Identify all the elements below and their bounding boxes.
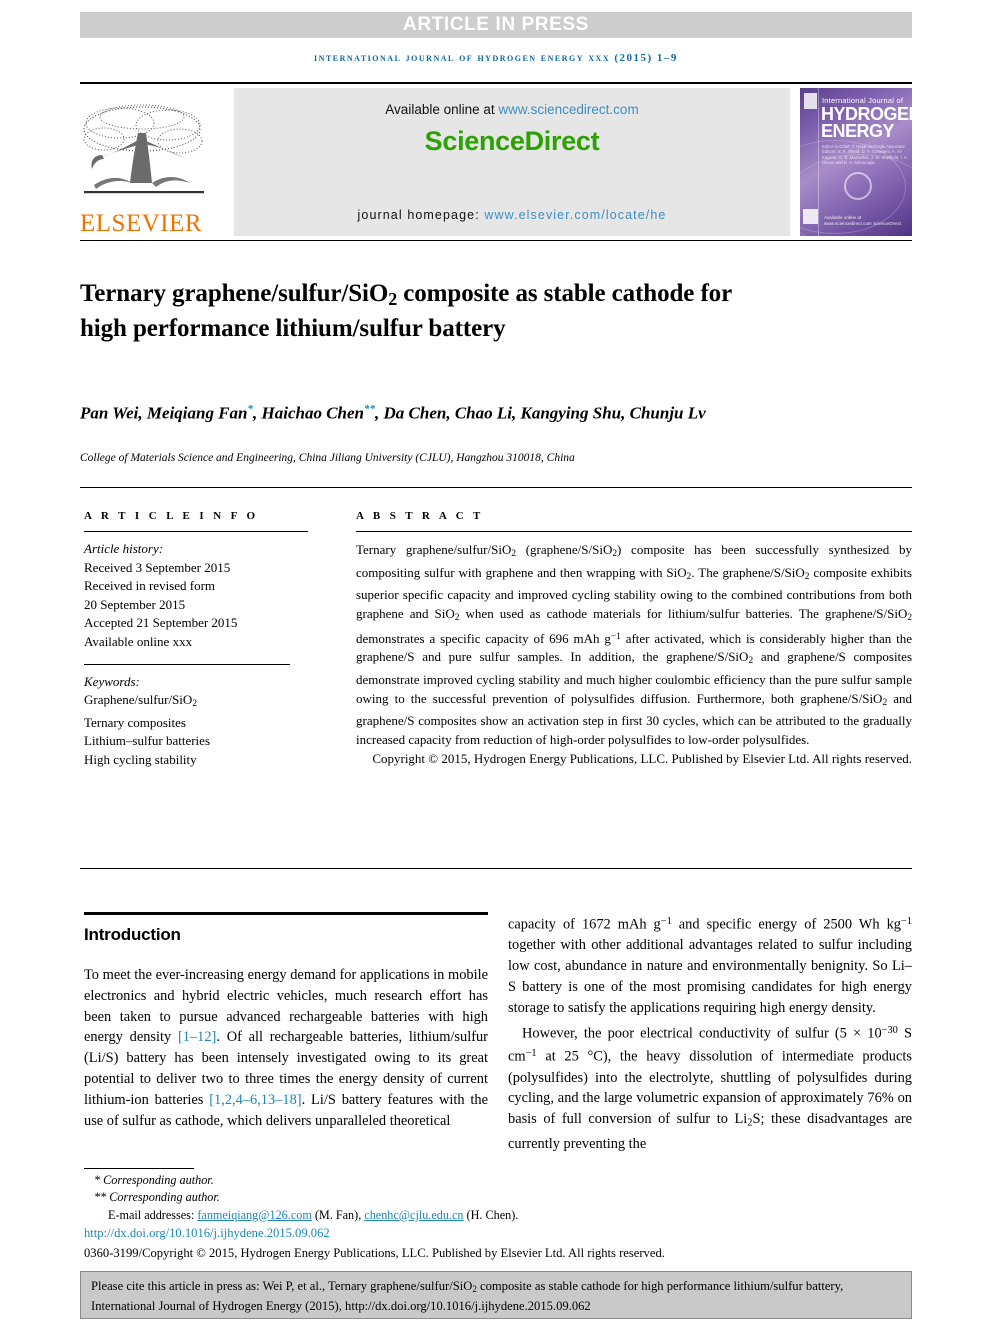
footnotes-block: * Corresponding author. ** Corresponding… xyxy=(84,1172,912,1262)
introduction-paragraph-1-part-1: To meet the ever-increasing energy deman… xyxy=(84,967,488,1129)
article-first-page: ARTICLE IN PRESS International Journal o… xyxy=(0,0,992,1323)
article-info-rule xyxy=(84,531,308,532)
article-history-item: Accepted 21 September 2015 xyxy=(84,615,238,631)
abstract-rule xyxy=(356,531,912,532)
cover-ijhe-icon xyxy=(803,209,818,224)
author-list: Pan Wei, Meiqiang Fan*, Haichao Chen**, … xyxy=(80,403,706,423)
journal-cover-image: International Journal of HYDROGEN ENERGY… xyxy=(800,88,912,236)
cover-editors-text: Editor-in-Chief: T. Nejat Veziroglu Asso… xyxy=(822,144,908,166)
corresponding-author-label-2: Corresponding author. xyxy=(109,1190,220,1205)
article-history-item: Received in revised form xyxy=(84,578,216,594)
available-online-line: Available online at www.sciencedirect.co… xyxy=(234,102,790,117)
article-info-heading: A R T I C L E I N F O xyxy=(84,510,259,522)
introduction-paragraph-1-part-2: capacity of 1672 mAh g−1 and specific en… xyxy=(508,916,913,1016)
journal-reference-line: International Journal of Hydrogen Energy… xyxy=(314,52,678,64)
email-person-2: (H. Chen). xyxy=(463,1207,519,1222)
keywords-divider-rule xyxy=(84,663,290,665)
abstract-bottom-rule xyxy=(80,868,912,869)
footnote-rule xyxy=(84,1168,194,1169)
masthead-bottom-rule xyxy=(80,240,912,241)
article-info-column: A R T I C L E I N F O Article history: R… xyxy=(84,510,308,770)
article-in-press-banner: ARTICLE IN PRESS xyxy=(80,12,912,38)
abstract-heading: A B S T R A C T xyxy=(356,510,484,522)
body-column-left: Introduction To meet the ever-increasing… xyxy=(84,912,488,1131)
email-link-1[interactable]: fanmeiqiang@126.com xyxy=(197,1208,311,1222)
masthead-top-rule xyxy=(80,82,912,84)
sciencedirect-wordmark: ScienceDirect xyxy=(424,126,600,156)
elsevier-tree-icon xyxy=(83,104,204,194)
double-asterisk-icon: ** xyxy=(94,1190,107,1205)
introduction-paragraph-2: However, the poor electrical conductivit… xyxy=(508,1024,912,1153)
affiliation-bottom-rule xyxy=(80,487,912,488)
cover-sciencedirect-credit: Available online at www.sciencedirect.co… xyxy=(824,215,902,226)
keyword-item: Ternary composites xyxy=(84,714,186,730)
issn-copyright-line: 0360-3199/Copyright © 2015, Hydrogen Ene… xyxy=(84,1245,665,1260)
email-addresses-line: E-mail addresses: fanmeiqiang@126.com (M… xyxy=(84,1207,912,1224)
cite-this-article-box: Please cite this article in press as: We… xyxy=(80,1271,912,1319)
journal-cover-block: International Journal of HYDROGEN ENERGY… xyxy=(800,88,912,236)
cover-circle-decoration xyxy=(844,172,872,200)
doi-link[interactable]: http://dx.doi.org/10.1016/j.ijhydene.201… xyxy=(84,1225,912,1242)
article-history-label: Article history: xyxy=(84,541,164,556)
cover-vertical-stripe xyxy=(818,88,819,236)
journal-homepage-line: journal homepage: www.elsevier.com/locat… xyxy=(234,208,790,222)
abstract-column: A B S T R A C T Ternary graphene/sulfur/… xyxy=(356,510,912,769)
corresponding-author-note-1: * Corresponding author. xyxy=(84,1172,912,1189)
article-history-item: 20 September 2015 xyxy=(84,596,186,612)
article-in-press-label: ARTICLE IN PRESS xyxy=(403,14,589,35)
keyword-item: High cycling stability xyxy=(84,751,197,767)
cover-title-energy: ENERGY xyxy=(821,121,895,141)
available-online-label: Available online at xyxy=(385,102,499,117)
article-history-item: Received 3 September 2015 xyxy=(84,559,231,575)
sciencedirect-url-link[interactable]: www.sciencedirect.com xyxy=(498,102,638,117)
journal-homepage-label: journal homepage: xyxy=(357,208,485,222)
keywords-label: Keywords: xyxy=(84,673,140,689)
email-addresses-label: E-mail addresses: xyxy=(108,1207,198,1222)
keyword-item: Lithium–sulfur batteries xyxy=(84,733,211,749)
journal-masthead: ELSEVIER Available online at www.science… xyxy=(80,88,912,236)
abstract-copyright: Copyright © 2015, Hydrogen Energy Public… xyxy=(372,751,912,767)
elsevier-wordmark: ELSEVIER xyxy=(80,210,203,237)
elsevier-logo-block: ELSEVIER xyxy=(80,88,228,236)
sciencedirect-block: Available online at www.sciencedirect.co… xyxy=(234,88,790,236)
keywords-block: Keywords: Graphene/sulfur/SiO2 Ternary c… xyxy=(84,673,308,770)
affiliation: College of Materials Science and Enginee… xyxy=(80,452,575,464)
abstract-text: Ternary graphene/sulfur/SiO2 (graphene/S… xyxy=(356,542,913,747)
introduction-top-rule xyxy=(84,912,488,915)
introduction-heading: Introduction xyxy=(84,925,181,944)
journal-homepage-link[interactable]: www.elsevier.com/locate/he xyxy=(484,208,666,222)
keyword-item: Graphene/sulfur/SiO2 xyxy=(84,692,197,710)
cite-this-article-text: Please cite this article in press as: We… xyxy=(91,1279,844,1313)
body-column-right: capacity of 1672 mAh g−1 and specific en… xyxy=(508,912,912,1155)
corresponding-author-label-1: Corresponding author. xyxy=(103,1173,214,1187)
corresponding-author-note-2: ** Corresponding author. xyxy=(84,1189,912,1206)
cover-elsevier-icon xyxy=(804,93,817,109)
page-title: Ternary graphene/sulfur/SiO2 composite a… xyxy=(80,279,732,342)
article-history-block: Article history: Received 3 September 20… xyxy=(84,540,308,652)
email-link-2[interactable]: chenhc@cjlu.edu.cn xyxy=(364,1208,463,1222)
asterisk-icon: * xyxy=(94,1173,101,1187)
article-history-item: Available online xxx xyxy=(84,633,193,649)
email-person-1: (M. Fan), xyxy=(311,1207,365,1222)
